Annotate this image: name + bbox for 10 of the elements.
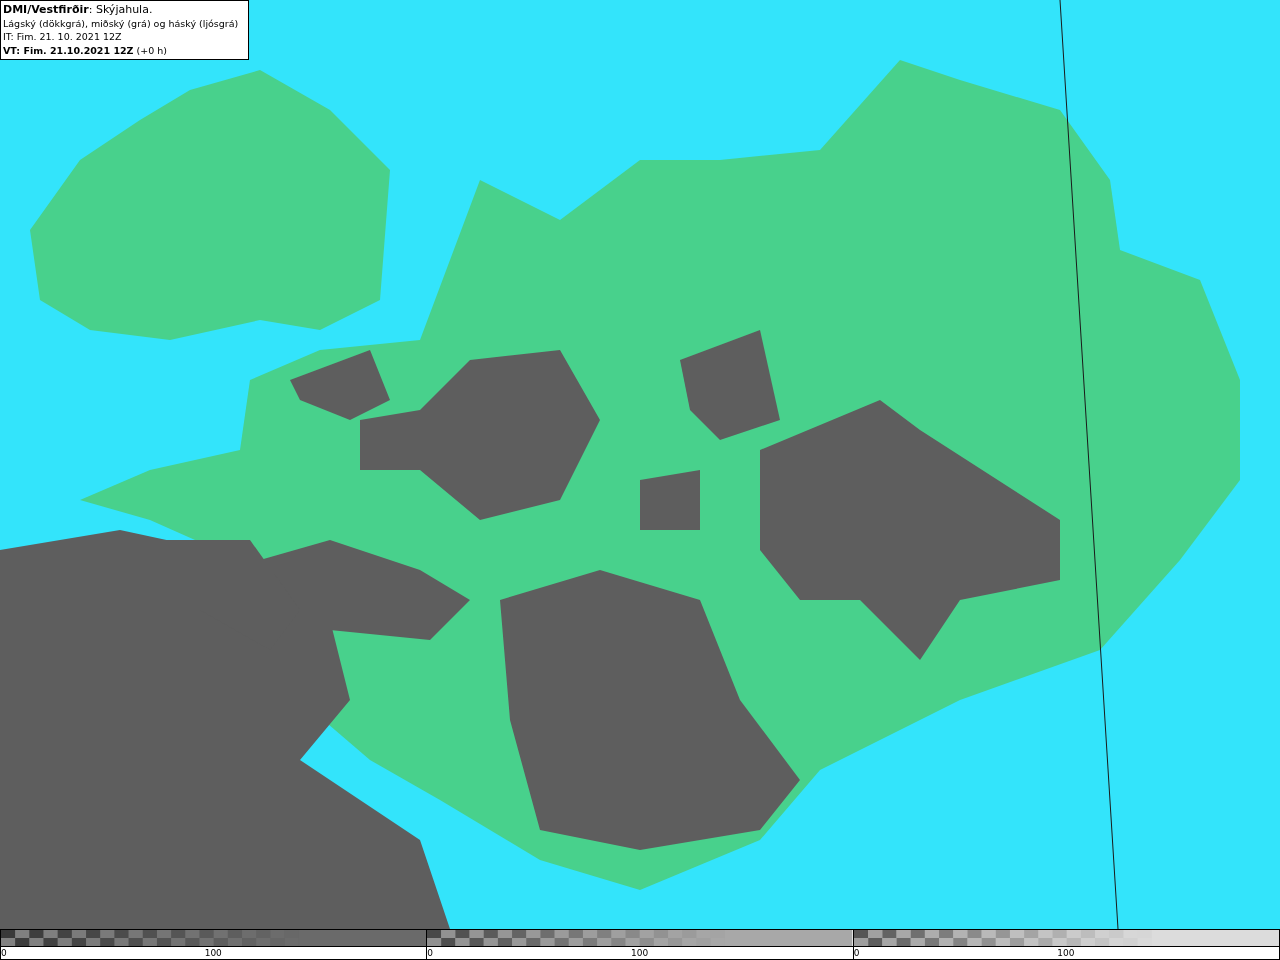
legend-text: DMI/Vestfirðir: Skýjahula. [3, 3, 154, 17]
legend-text: VT: Fim. 21.10.2021 12Z (+0 h) [3, 43, 168, 57]
scale-label: 100 [631, 947, 649, 959]
legend-text: Lágský (dökkgrá), miðský (grá) og háský (ljósgrá) [3, 16, 240, 30]
scale-label: 100 [204, 947, 222, 959]
scale-label: 100 [1057, 947, 1075, 959]
scale-label: 0 [853, 947, 860, 959]
scale-label: 0 [1, 947, 7, 959]
legend-text: IT: Fim. 21. 10. 2021 12Z [3, 30, 123, 44]
scale-label: 0 [427, 947, 434, 959]
